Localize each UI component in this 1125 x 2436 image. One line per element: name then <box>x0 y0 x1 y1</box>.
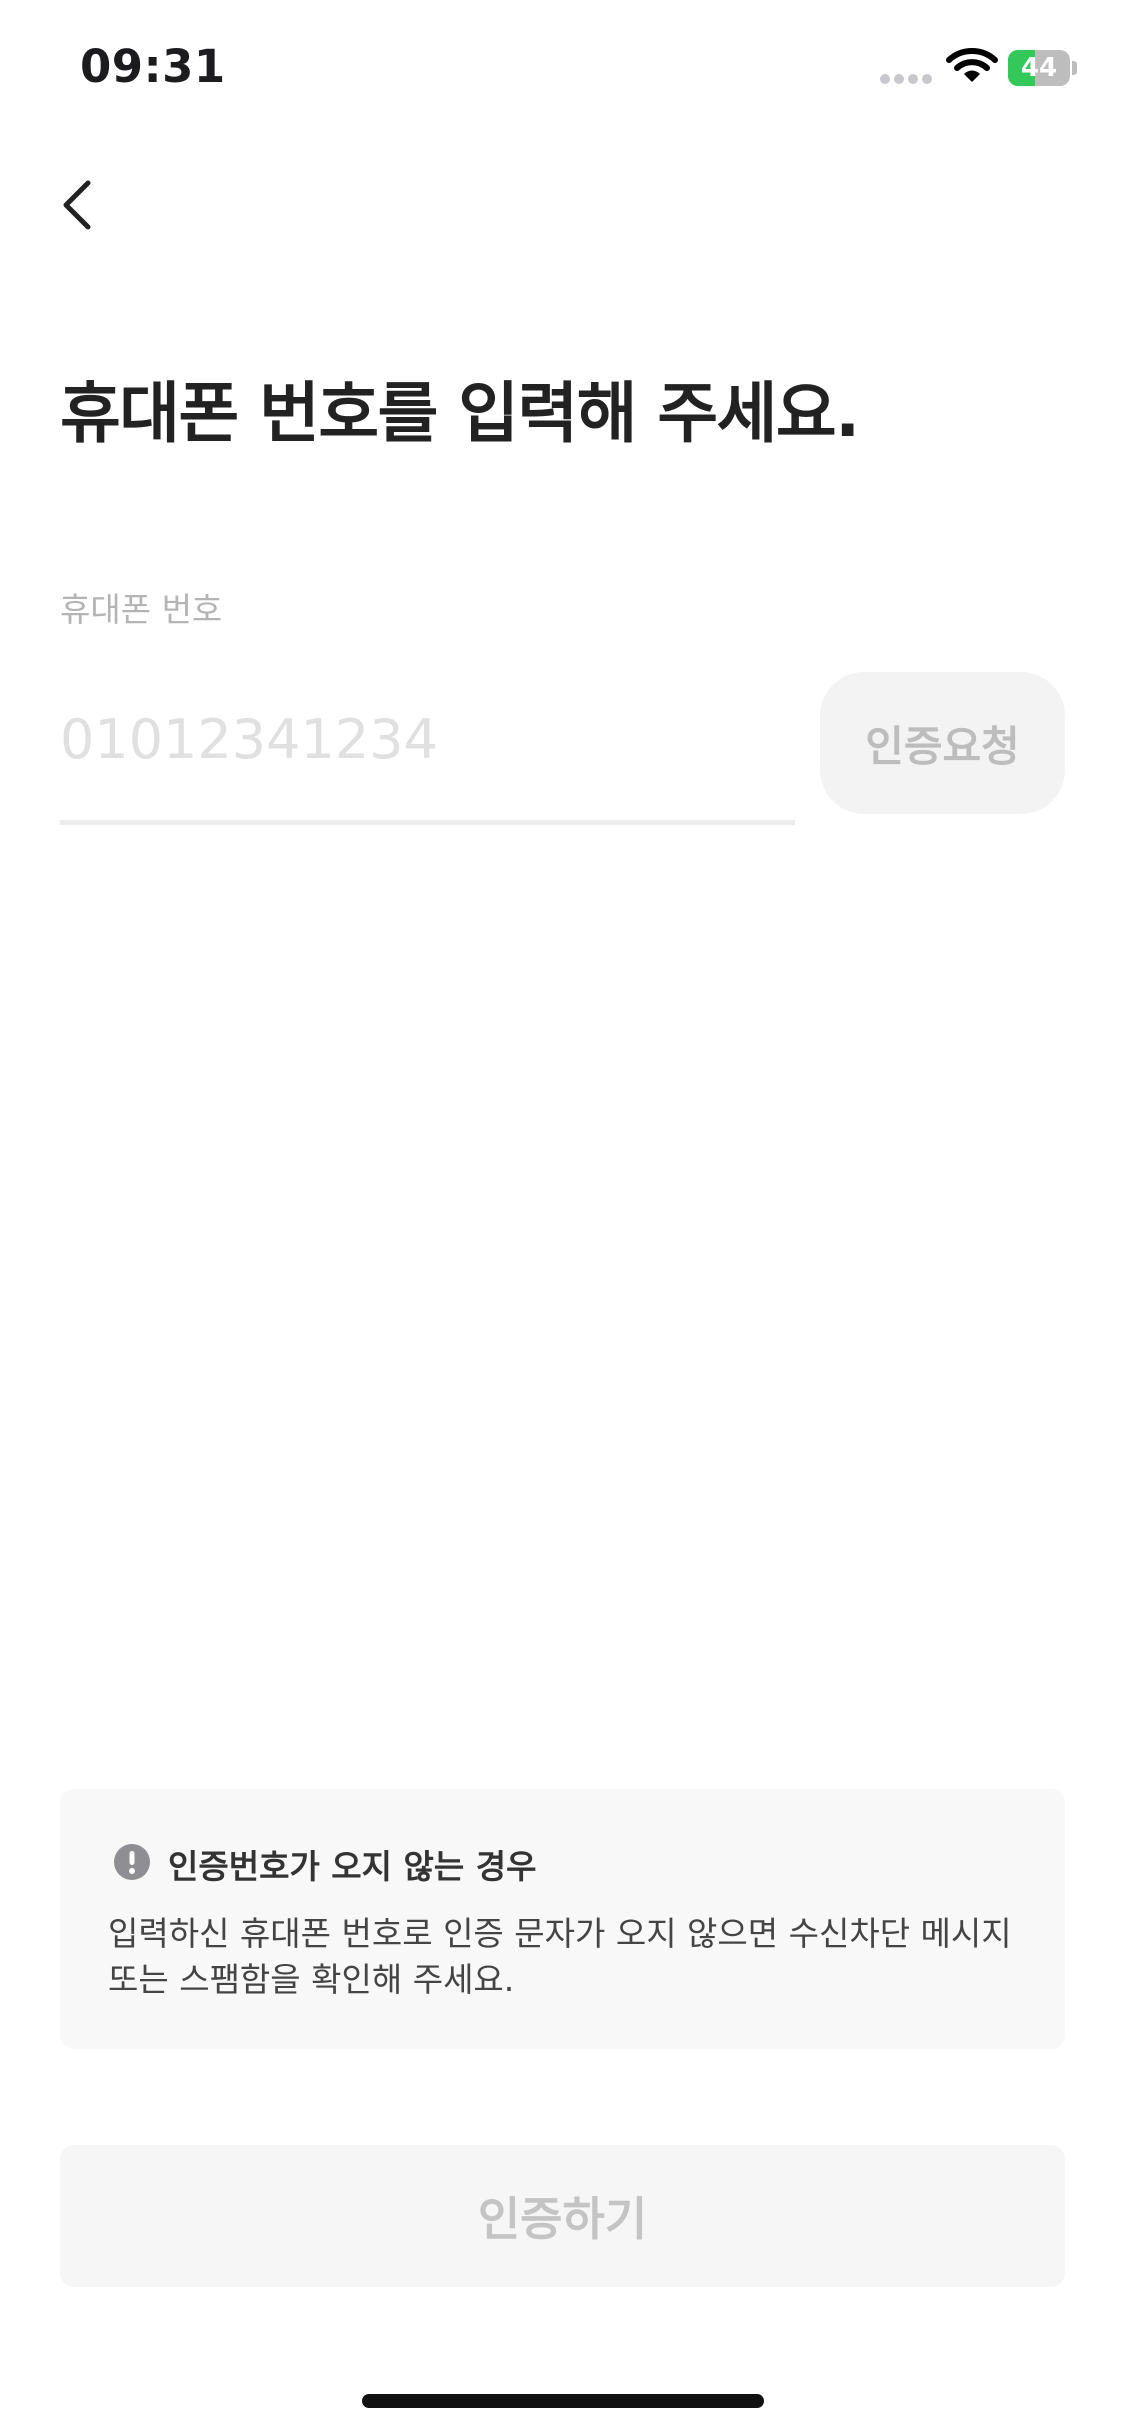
phone-input-underline <box>60 820 795 825</box>
page-title: 휴대폰 번호를 입력해 주세요. <box>60 375 860 452</box>
notice-title: 인증번호가 오지 않는 경우 <box>168 1847 537 1886</box>
battery-level-text: 44 <box>1020 53 1058 83</box>
home-indicator <box>362 2394 764 2408</box>
back-button[interactable] <box>50 175 110 235</box>
phone-number-input[interactable] <box>60 700 795 778</box>
wifi-icon <box>945 46 999 86</box>
notice-body: 입력하신 휴대폰 번호로 인증 문자가 오지 않으면 수신차단 메시지 또는 스… <box>108 1914 1012 1999</box>
verify-submit-button[interactable]: 인증하기 <box>60 2145 1065 2287</box>
status-time: 09:31 <box>80 40 226 93</box>
exclamation-circle-icon <box>113 1843 151 1881</box>
chevron-left-icon <box>63 180 91 230</box>
battery-icon: 44 <box>1008 50 1078 86</box>
cellular-signal-icon <box>880 74 932 84</box>
request-verification-button[interactable]: 인증요청 <box>820 672 1065 814</box>
phone-field-label: 휴대폰 번호 <box>60 590 223 629</box>
